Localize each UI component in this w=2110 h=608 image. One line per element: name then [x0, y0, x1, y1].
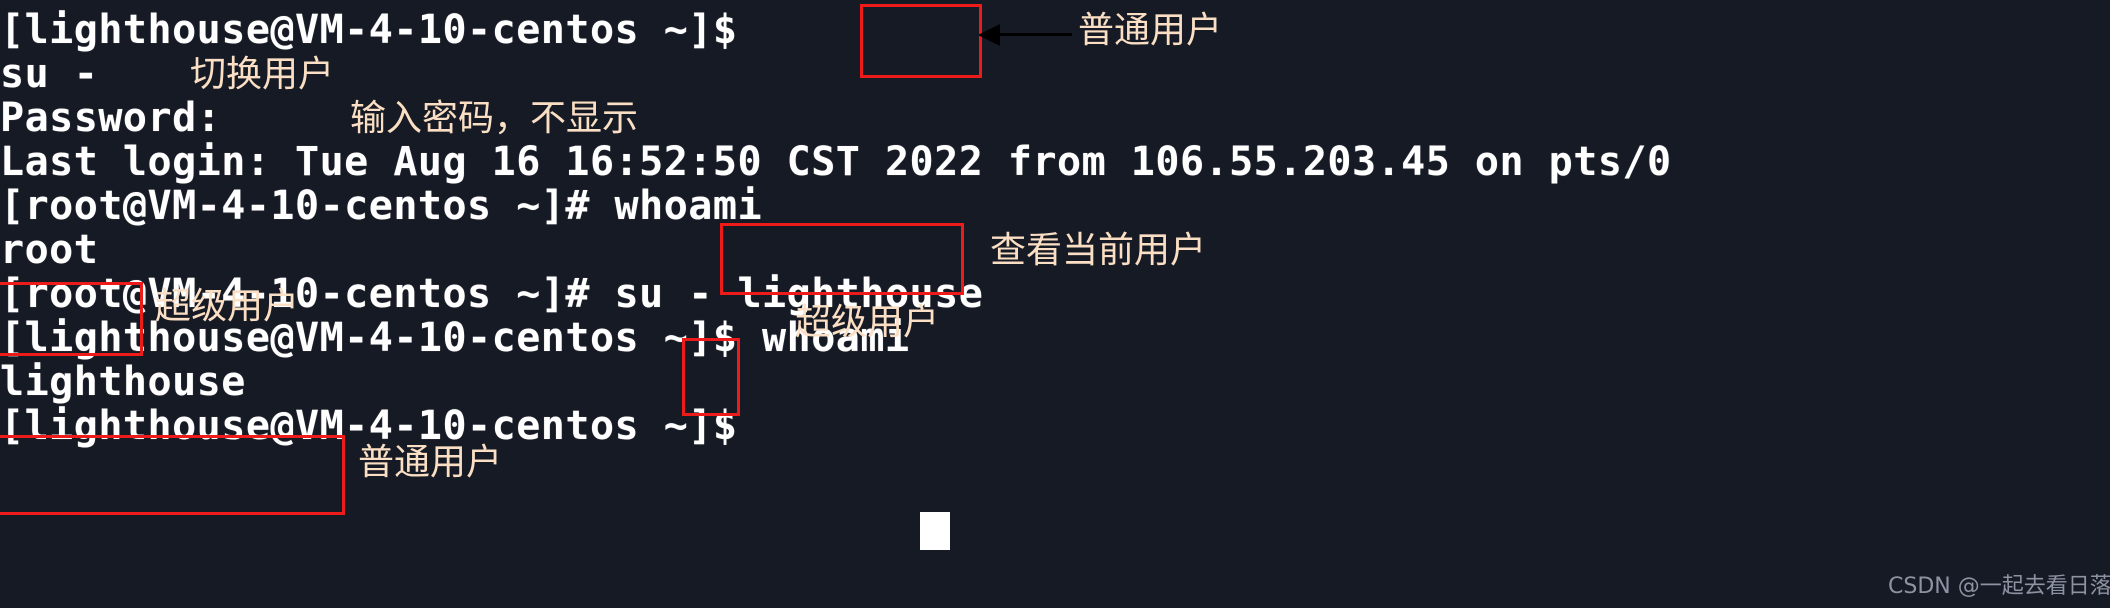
terminal-line-prompt-user-1: [lighthouse@VM-4-10-centos ~]$	[0, 7, 738, 53]
annotation-check-current-user: 查看当前用户	[990, 230, 1207, 271]
terminal-line-command-su: su -	[0, 51, 99, 97]
terminal-line-output-root: root	[0, 227, 99, 273]
terminal-cursor	[920, 512, 950, 550]
highlight-box-dollar-prompt	[860, 4, 982, 78]
annotation-super-user-prompt: 超级用户	[795, 302, 940, 343]
terminal-line-output-lighthouse: lighthouse	[0, 359, 246, 405]
callout-arrow-head	[978, 24, 1000, 46]
annotation-normal-user-output: 普通用户	[358, 442, 503, 483]
callout-arrow-line	[1000, 33, 1072, 36]
annotation-switch-user: 切换用户	[190, 54, 335, 95]
annotation-super-user-output: 超级用户	[155, 286, 300, 327]
terminal-line-last-login: Last login: Tue Aug 16 16:52:50 CST 2022…	[0, 139, 1672, 185]
terminal-screenshot: [lighthouse@VM-4-10-centos ~]$ su - Pass…	[0, 0, 2110, 608]
terminal-line-prompt-root-whoami: [root@VM-4-10-centos ~]# whoami	[0, 183, 763, 229]
terminal-line-password-prompt: Password:	[0, 95, 222, 141]
csdn-watermark: CSDN @一起去看日落吗	[1888, 574, 2110, 599]
terminal-line-prompt-user-whoami: [lighthouse@VM-4-10-centos ~]$ whoami	[0, 315, 910, 361]
annotation-type-password: 输入密码，不显示	[350, 98, 639, 139]
annotation-normal-user-top: 普通用户	[1078, 10, 1223, 51]
